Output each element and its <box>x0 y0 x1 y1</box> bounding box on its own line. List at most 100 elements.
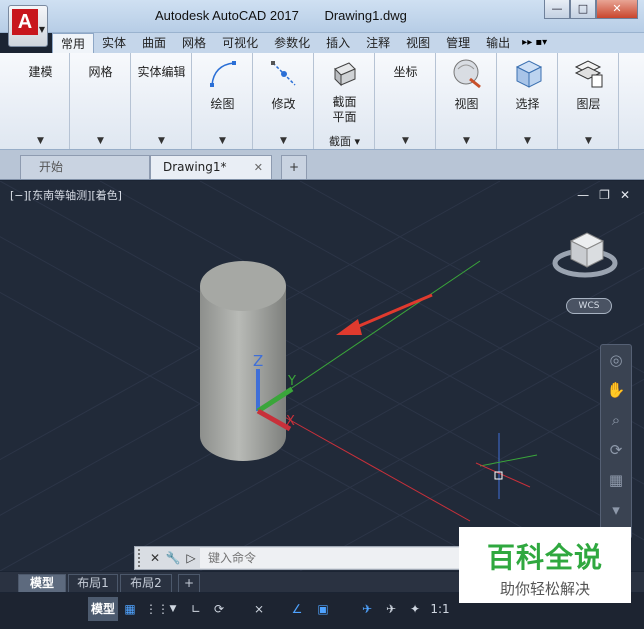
tab-visualize[interactable]: 可视化 <box>214 33 266 53</box>
wrench-icon[interactable]: 🔧 <box>164 551 182 565</box>
watermark-subtitle: 助你轻松解决 <box>499 580 590 598</box>
panel-label: 图层 <box>576 97 601 111</box>
panel-label: 网格 <box>88 65 113 79</box>
tab-mesh[interactable]: 网格 <box>174 33 214 53</box>
watermark-logo: 百科全说 助你轻松解决 <box>459 527 631 603</box>
chevron-down-icon[interactable]: ▼ <box>166 597 180 621</box>
panel-label: 选择 <box>515 97 540 111</box>
tab-layout1[interactable]: 布局1 <box>68 574 118 592</box>
x-axis-line <box>264 405 471 522</box>
tab-output[interactable]: 输出 <box>478 33 518 53</box>
chevron-down-icon: ▼ <box>97 136 104 146</box>
panel-modify[interactable]: 修改 ▼ <box>254 53 314 149</box>
annotation-scale-value[interactable]: 1:1 <box>428 597 452 621</box>
isodraft-icon[interactable]: ⨯ <box>248 597 270 621</box>
panel-mesh[interactable]: 网格 ▼ <box>71 53 131 149</box>
tab-manage[interactable]: 管理 <box>438 33 478 53</box>
viewport-label[interactable]: [−][东南等轴测][着色] <box>10 187 122 203</box>
ribbon-more-button[interactable]: ▸▸ ▪▾ <box>522 33 547 53</box>
app-name: Autodesk AutoCAD 2017 <box>155 8 299 23</box>
model-space-toggle[interactable]: 模型 <box>88 597 118 621</box>
ribbon-tabs: 常用 实体 曲面 网格 可视化 参数化 插入 注释 视图 管理 输出 ▸▸ ▪▾ <box>52 33 644 53</box>
tab-solid[interactable]: 实体 <box>94 33 134 53</box>
close-button[interactable]: ✕ <box>596 0 638 19</box>
panel-coordinates[interactable]: 坐标 ▼ <box>376 53 436 149</box>
panel-footer[interactable]: 截面 ▾ <box>315 133 374 149</box>
model-space-canvas: Z Y X <box>0 181 644 571</box>
window-controls: — □ ✕ <box>544 0 638 20</box>
tab-parametric[interactable]: 参数化 <box>266 33 318 53</box>
layers-icon <box>574 60 602 88</box>
panel-label: 修改 <box>271 97 296 111</box>
orbit-icon[interactable]: ⟳ <box>601 435 631 465</box>
ortho-icon[interactable]: ∟ <box>186 597 206 621</box>
showmotion-icon[interactable]: ▦ <box>601 465 631 495</box>
grid-toggle-icon[interactable]: ▦ <box>120 597 140 621</box>
zoom-icon[interactable]: ⌕ <box>601 405 631 435</box>
autocad-window: Autodesk AutoCAD 2017 Drawing1.dwg — □ ✕… <box>0 0 644 629</box>
panel-label: 截面 平面 <box>332 95 357 124</box>
command-input[interactable] <box>200 548 463 568</box>
tab-model[interactable]: 模型 <box>18 574 66 592</box>
application-menu-button[interactable]: A ▼ <box>8 5 48 47</box>
close-icon[interactable]: ✕ <box>254 156 263 179</box>
z-axis-label: Z <box>253 352 263 370</box>
cylinder-solid[interactable] <box>200 261 286 461</box>
tab-insert[interactable]: 插入 <box>318 33 358 53</box>
tab-home[interactable]: 常用 <box>52 33 95 53</box>
auto-scale-icon[interactable]: ✈ <box>380 597 402 621</box>
navbar-menu-icon[interactable]: ▾ <box>601 495 631 525</box>
polar-tracking-icon[interactable]: ⟳ <box>208 597 230 621</box>
viewcube[interactable] <box>552 232 618 278</box>
viewport-close-button[interactable]: ✕ <box>620 188 630 202</box>
ribbon: 建模 ▼ 网格 ▼ 实体编辑 ▼ 绘图 ▼ 修改 ▼ 截面 平面 截面 ▾ 坐标… <box>0 53 644 150</box>
navigation-bar: ◎ ✋ ⌕ ⟳ ▦ ▾ <box>600 344 632 539</box>
chevron-down-icon: ▼ <box>524 136 531 146</box>
panel-selection[interactable]: 选择 ▼ <box>498 53 558 149</box>
tab-layout2[interactable]: 布局2 <box>120 574 172 592</box>
drag-handle[interactable] <box>138 549 146 567</box>
wcs-menu-button[interactable]: WCS <box>566 298 612 314</box>
viewport-minimize-button[interactable]: — <box>577 188 589 202</box>
drawing-viewport[interactable]: Z Y X [−][东南等轴测][着色] — ❐ ✕ WCS ◎ ✋ ⌕ ⟳ ▦… <box>0 181 644 571</box>
object-snap-tracking-icon[interactable]: ∠ <box>286 597 308 621</box>
chevron-down-icon: ▼ <box>280 136 287 146</box>
panel-view[interactable]: 视图 ▼ <box>437 53 497 149</box>
crosshair-cursor <box>475 433 538 499</box>
chevron-down-icon: ▼ <box>402 136 409 146</box>
section-plane-icon <box>333 62 356 87</box>
panel-layers[interactable]: 图层 ▼ <box>559 53 619 149</box>
new-tab-button[interactable]: + <box>281 155 307 179</box>
annotation-visibility-icon[interactable]: ✈ <box>356 597 378 621</box>
pan-icon[interactable]: ✋ <box>601 375 631 405</box>
tab-surface[interactable]: 曲面 <box>134 33 174 53</box>
tab-drawing1[interactable]: Drawing1* ✕ <box>150 155 272 179</box>
chevron-down-icon: ▼ <box>463 136 470 146</box>
restore-button[interactable]: □ <box>570 0 596 19</box>
viewport-restore-button[interactable]: ❐ <box>599 188 610 202</box>
snap-mode-icon[interactable]: ⋮⋮ <box>145 597 169 621</box>
tab-annotate[interactable]: 注释 <box>358 33 398 53</box>
panel-section[interactable]: 截面 平面 截面 ▾ <box>315 53 375 149</box>
draw-arc-icon <box>209 61 236 87</box>
minimize-button[interactable]: — <box>544 0 570 19</box>
add-layout-button[interactable]: + <box>178 574 200 592</box>
panel-label: 建模 <box>28 65 53 79</box>
panel-solid-editing[interactable]: 实体编辑 ▼ <box>132 53 192 149</box>
tab-label: Drawing1* <box>163 160 227 174</box>
tab-view[interactable]: 视图 <box>398 33 438 53</box>
recent-commands-icon[interactable]: ▷ <box>182 551 200 565</box>
tab-start[interactable]: 开始 <box>20 155 150 179</box>
close-icon[interactable]: ✕ <box>146 551 164 565</box>
chevron-down-icon: ▼ <box>158 136 165 146</box>
y-axis-label: Y <box>287 374 296 389</box>
annotation-scale-icon[interactable]: ✦ <box>404 597 426 621</box>
panel-modeling[interactable]: 建模 ▼ <box>12 53 70 149</box>
panel-label: 坐标 <box>393 65 418 79</box>
panel-draw[interactable]: 绘图 ▼ <box>193 53 253 149</box>
command-line: ✕ 🔧 ▷ <box>134 546 464 570</box>
visual-style-icon <box>453 59 481 89</box>
object-snap-icon[interactable]: ▣ <box>312 597 334 621</box>
chevron-down-icon: ▼ <box>37 136 44 146</box>
steering-wheel-icon[interactable]: ◎ <box>601 345 631 375</box>
